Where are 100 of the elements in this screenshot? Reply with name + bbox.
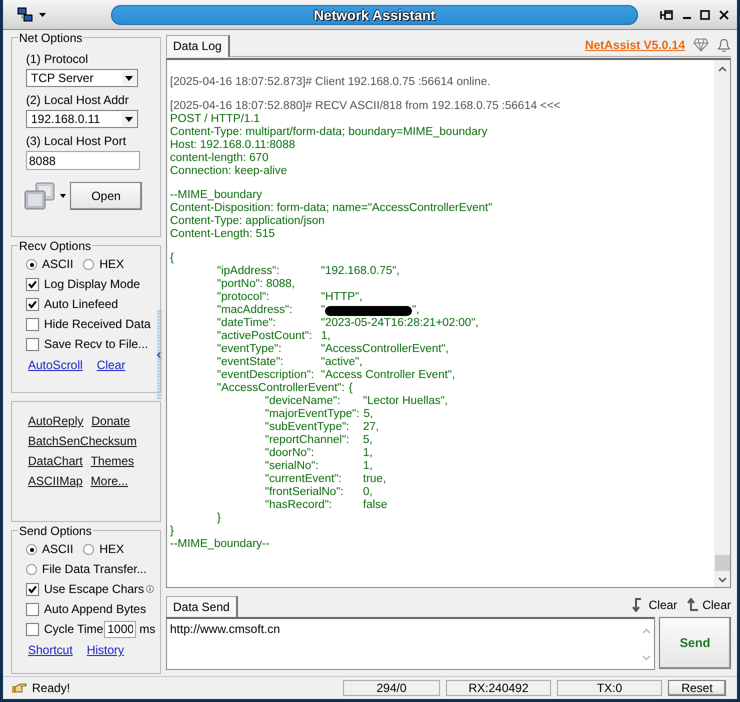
checkbox-label: Save Recv to File... <box>44 337 148 351</box>
connection-menu-button[interactable] <box>24 182 66 210</box>
link[interactable]: More... <box>90 474 128 494</box>
link[interactable]: Clear <box>96 358 126 372</box>
chevron-up-icon <box>718 66 726 72</box>
link[interactable]: AutoScroll <box>28 358 83 372</box>
caret-icon <box>39 12 46 16</box>
log-text: "192.168.0.75", <box>321 265 400 278</box>
log-text: "deviceName": <box>265 395 342 408</box>
checkbox[interactable] <box>26 298 39 310</box>
log-text: "dateTime": <box>217 317 277 330</box>
log-text: 5, <box>363 408 374 421</box>
checkbox[interactable] <box>26 622 39 636</box>
log-text: true, <box>363 473 386 486</box>
link[interactable]: DataChart <box>28 454 83 474</box>
pin-button[interactable] <box>660 8 674 20</box>
link[interactable]: Shortcut <box>28 643 73 657</box>
radio-button[interactable] <box>26 564 37 574</box>
log-line: Content-Type: multipart/form-data; boundary=MIME_boundary <box>170 126 488 139</box>
scrollbar[interactable] <box>714 60 730 587</box>
log-line: POST / HTTP/1.1 <box>170 113 261 126</box>
log-line: content-length: 670 <box>170 152 270 165</box>
clear-button[interactable]: Clear <box>632 598 678 612</box>
log-text: } <box>170 525 175 538</box>
log-text: "eventDescription": <box>217 369 316 382</box>
radio-label: ASCII <box>42 542 74 556</box>
log-text: "subEventType": <box>265 421 350 434</box>
link[interactable]: AutoReply <box>28 414 84 434</box>
splitter-handle[interactable] <box>157 310 162 400</box>
dropdown[interactable]: TCP Server <box>26 69 138 87</box>
radio-label: ASCII <box>42 257 74 271</box>
group-title: Net Options <box>18 31 84 45</box>
log-text: 1, <box>363 460 373 473</box>
pointing-hand-icon <box>11 682 27 694</box>
log-text: "majorEventType": <box>265 408 360 421</box>
radio-label: HEX <box>99 257 124 271</box>
checkbox[interactable] <box>26 278 39 290</box>
tab[interactable]: Data Send <box>166 596 238 618</box>
reset-button[interactable]: Reset <box>668 680 726 696</box>
chevron-down-icon <box>718 577 726 583</box>
checkbox[interactable] <box>26 602 39 616</box>
checkbox-label: Use Escape Chars <box>44 582 144 596</box>
tab[interactable]: Data Log <box>166 35 230 57</box>
log-text: "ipAddress": <box>217 265 280 278</box>
log-text: "frontSerialNo": <box>265 486 344 499</box>
checkmark-icon <box>28 584 37 594</box>
link[interactable]: BatchSenChecksum <box>28 434 137 454</box>
scrollbar-thumb[interactable] <box>714 555 730 571</box>
log-text: "2023-05-24T16:28:21+02:00", <box>321 317 478 330</box>
log-text: 1, <box>363 447 373 460</box>
log-line: Content-Length: 515 <box>170 228 276 241</box>
log-text: 27, <box>363 421 379 434</box>
send-button[interactable]: Send <box>659 617 731 669</box>
link[interactable]: ASCIIMap <box>28 474 83 494</box>
link[interactable]: Themes <box>90 454 134 474</box>
pin-icon <box>660 8 674 20</box>
checkbox-label: Log Display Mode <box>44 277 140 291</box>
maximize-button[interactable] <box>700 10 710 20</box>
checkbox[interactable] <box>26 338 39 350</box>
clear-button[interactable]: Clear <box>685 598 731 612</box>
log-text: 0, <box>363 486 373 499</box>
bell-icon <box>717 38 731 52</box>
radio-button[interactable] <box>83 544 94 554</box>
checkmark-icon <box>28 280 37 288</box>
log-line: Host: 192.168.0.11:8088 <box>170 139 296 152</box>
log-text: 1, <box>321 330 331 343</box>
log-text: "hasRecord": <box>265 499 333 512</box>
checkbox[interactable] <box>26 582 39 596</box>
field-label: (3) Local Host Port <box>26 134 128 148</box>
status-cell: 294/0 <box>343 680 440 696</box>
network-icon <box>17 6 33 22</box>
close-icon <box>719 10 729 20</box>
cycle-time-field[interactable]: 1000 <box>104 620 136 638</box>
chevron-down-icon <box>642 655 650 661</box>
log-text: "currentEvent": <box>265 473 343 486</box>
radio-button[interactable] <box>26 258 37 270</box>
log-text: "reportChannel": <box>265 434 350 447</box>
log-line: Content-Disposition: form-data; name="AccessControllerEvent" <box>170 202 494 215</box>
log-text: "doorNo": <box>265 447 316 460</box>
log-text: { <box>170 252 175 265</box>
group-title: Recv Options <box>18 239 92 253</box>
log-text: "portNo": 8088, <box>217 278 296 291</box>
log-text: "eventType": <box>217 343 282 356</box>
checkbox[interactable] <box>26 318 39 330</box>
field-label: (1) Protocol <box>26 52 90 66</box>
unit-label: ms <box>139 622 156 636</box>
minimize-icon <box>683 16 691 18</box>
open-button[interactable]: Open <box>70 182 142 210</box>
radio-button[interactable] <box>83 258 94 270</box>
chevron-up-icon <box>642 628 650 634</box>
link[interactable]: Donate <box>91 414 130 434</box>
log-text: "AccessControllerEvent": <box>217 382 346 395</box>
caret-icon <box>60 194 66 198</box>
log-text: } <box>216 512 222 525</box>
close-button[interactable] <box>719 10 729 20</box>
radio-button[interactable] <box>26 544 37 554</box>
link[interactable]: History <box>86 643 124 657</box>
port-field[interactable]: 8088 <box>26 151 140 170</box>
dropdown[interactable]: 192.168.0.11 <box>26 110 138 128</box>
send-text-field[interactable]: http://www.cmsoft.cn <box>166 617 655 670</box>
